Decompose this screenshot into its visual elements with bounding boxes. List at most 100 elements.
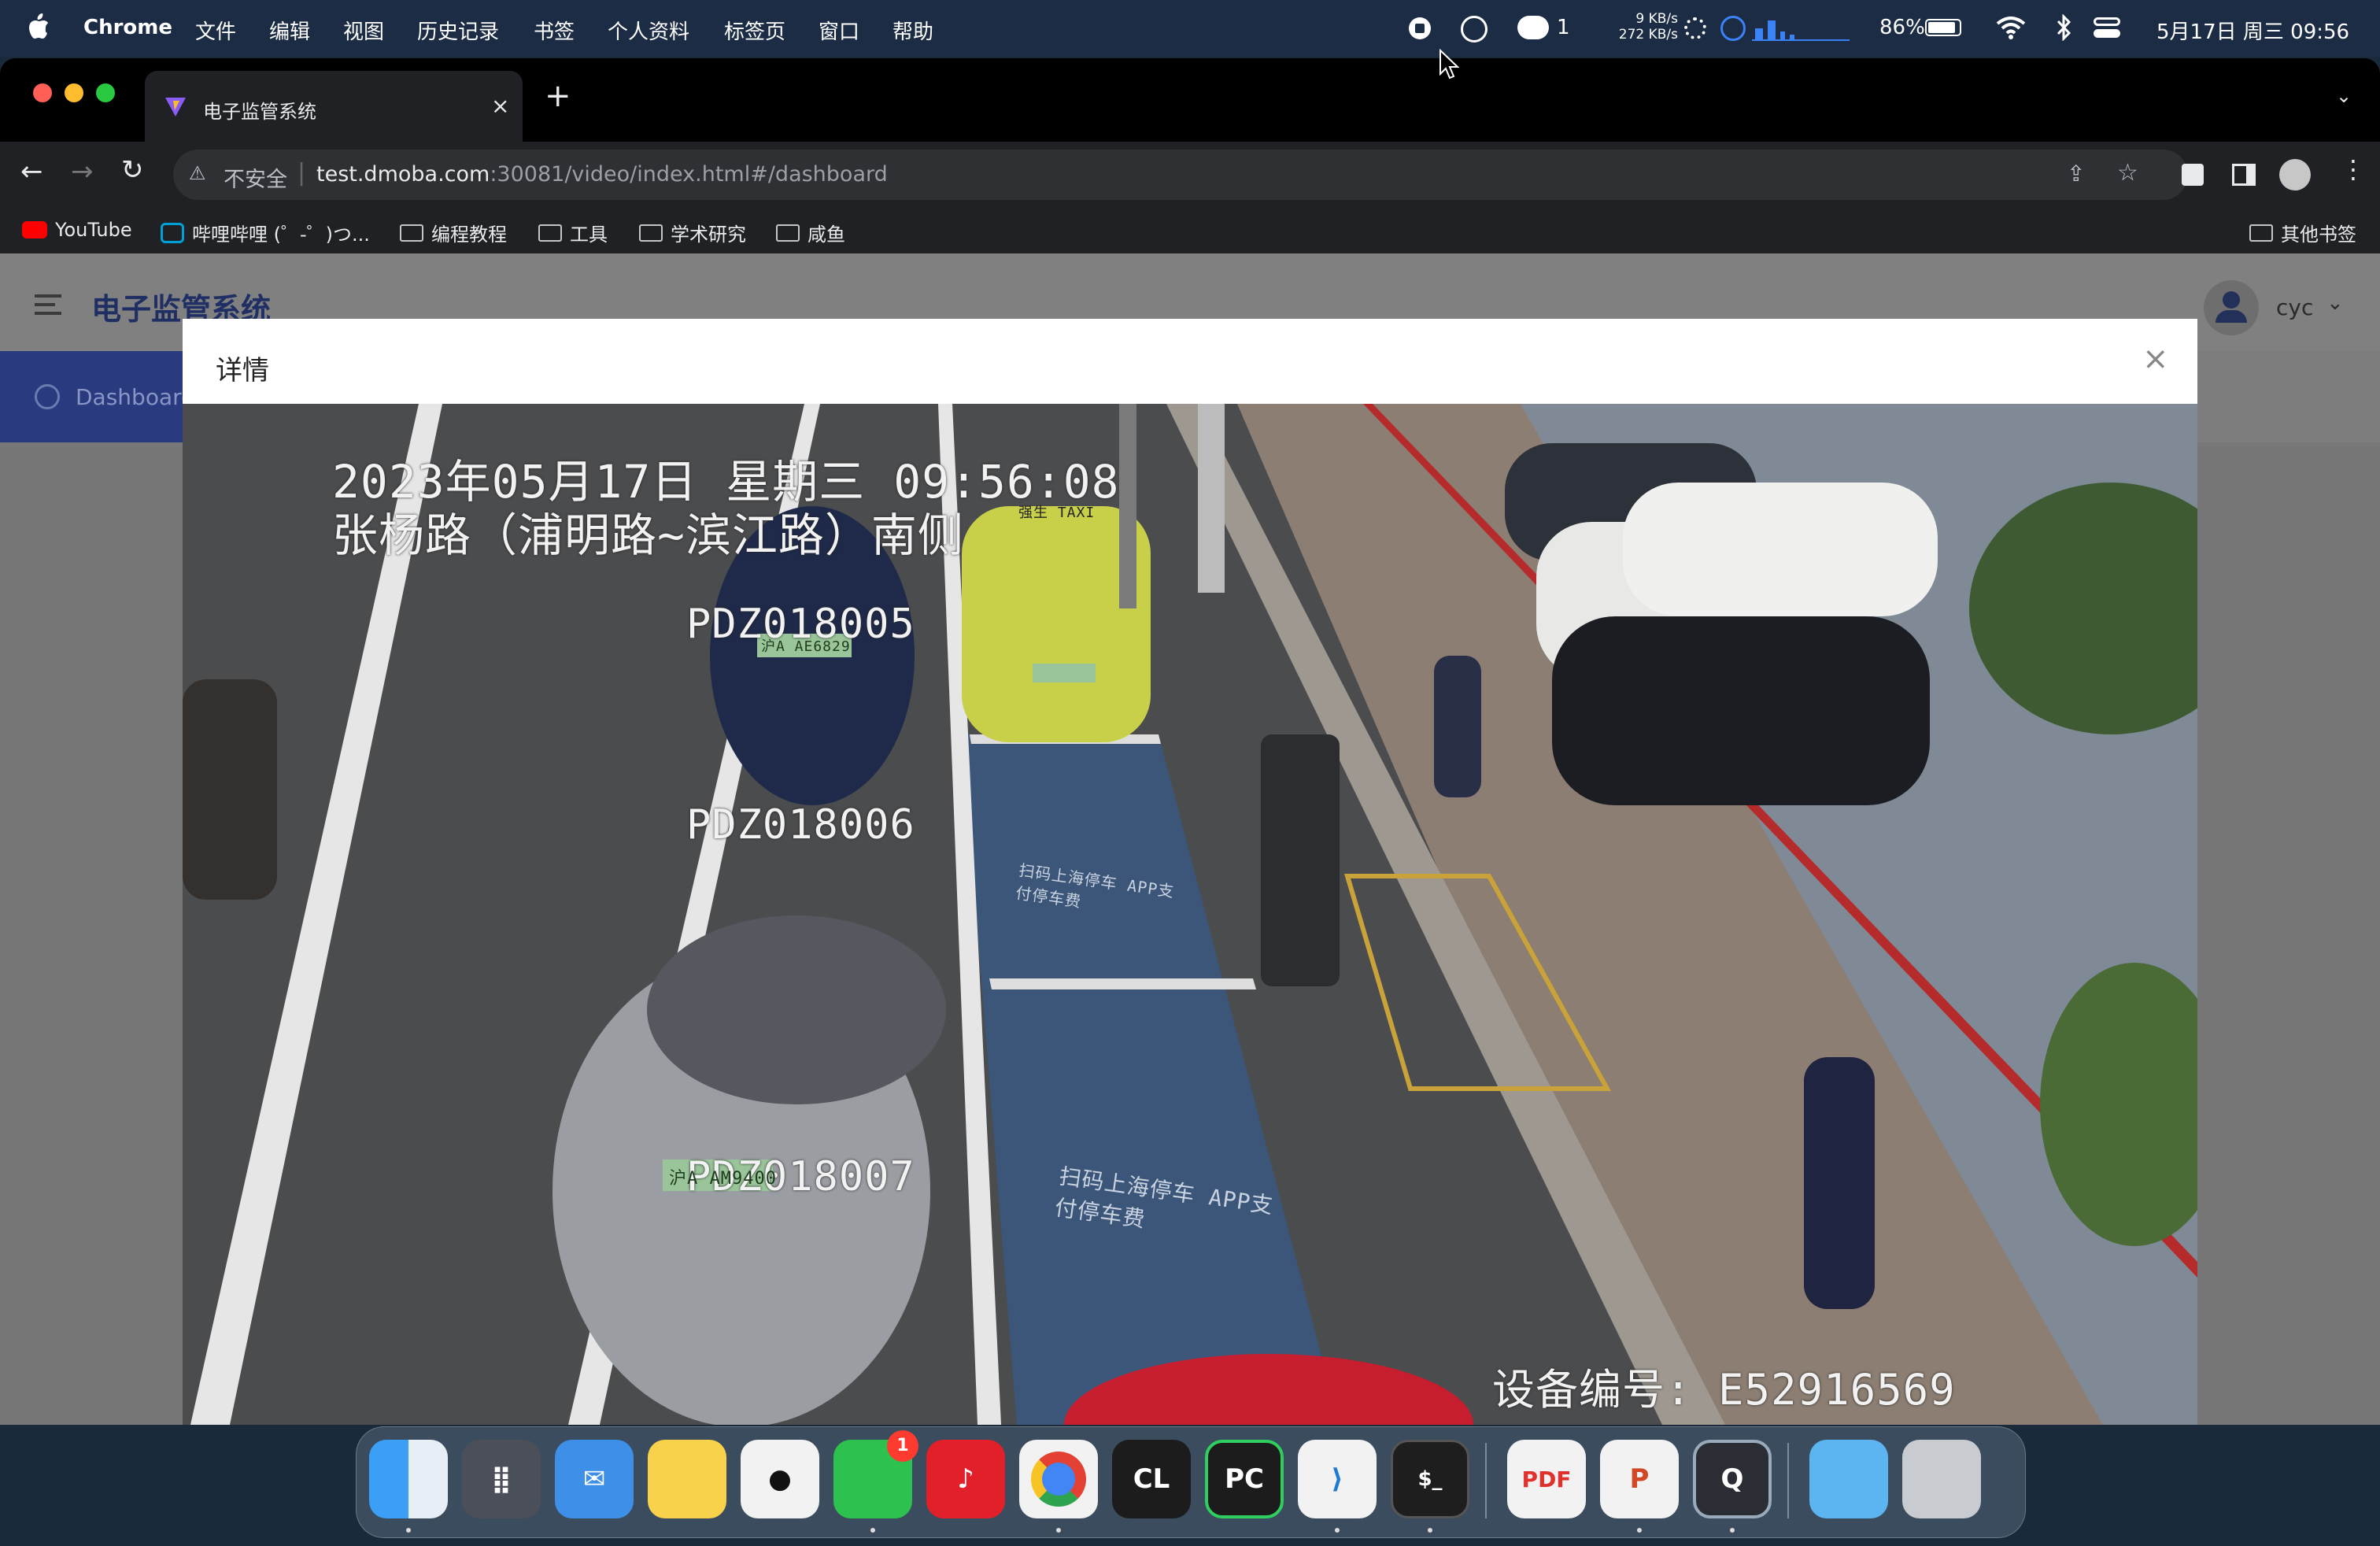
menu-window[interactable]: 窗口 (819, 16, 859, 45)
bookmark-folder-tools[interactable]: 工具 (538, 219, 608, 246)
menu-profiles[interactable]: 个人资料 (608, 16, 689, 45)
bookmark-label: 咸鱼 (808, 224, 845, 246)
warning-icon[interactable]: ⚠ (189, 162, 206, 184)
window-minimize-button[interactable] (65, 83, 83, 102)
chrome-icon[interactable] (1019, 1440, 1098, 1518)
record-icon[interactable] (1409, 17, 1431, 39)
running-indicator (406, 1528, 411, 1533)
macos-dock: ⣿ ✉ ● 1 ♪ CL PC ⟩ $_ PDF P Q (356, 1426, 2026, 1538)
bookmark-folder-xianyu[interactable]: 咸鱼 (776, 219, 845, 246)
menu-edit[interactable]: 编辑 (269, 16, 310, 45)
menu-help[interactable]: 帮助 (893, 16, 933, 45)
address-bar[interactable]: ⚠ 不安全 | test.dmoba.com:30081/video/index… (173, 150, 2188, 200)
bluetooth-icon[interactable] (2056, 14, 2071, 41)
menu-file[interactable]: 文件 (195, 16, 236, 45)
wechat-icon[interactable]: 1 (833, 1430, 918, 1518)
tab-active[interactable]: 电子监管系统 × (145, 71, 523, 142)
pycharm-icon[interactable]: PC (1205, 1440, 1284, 1518)
mouse-cursor-icon (1439, 49, 1459, 80)
bookmark-other[interactable]: 其他书签 (2249, 219, 2356, 246)
battery-percent: 86% (1879, 16, 1925, 39)
user-menu-chevron-icon[interactable]: ⌄ (2326, 291, 2344, 315)
wechat-badge: 1 (887, 1430, 918, 1462)
dock-separator (1787, 1443, 1789, 1518)
trash-icon[interactable] (1902, 1440, 1981, 1518)
bookmark-bilibili[interactable]: 哔哩哔哩 (゜-゜)つ... (161, 219, 370, 246)
new-tab-button[interactable]: + (545, 80, 571, 112)
wechat-status-icon[interactable] (1517, 16, 1549, 39)
folder-stack-icon[interactable] (1809, 1440, 1888, 1518)
launchpad-icon[interactable]: ⣿ (462, 1440, 541, 1518)
apple-icon[interactable] (27, 13, 50, 41)
clion-icon[interactable]: CL (1112, 1440, 1191, 1518)
vscode-icon[interactable]: ⟩ (1298, 1440, 1377, 1518)
tab-close-icon[interactable]: × (491, 93, 509, 119)
menubar-datetime[interactable]: 5月17日 周三 09:56 (2156, 16, 2349, 45)
menu-view[interactable]: 视图 (343, 16, 384, 45)
macos-menubar: Chrome 文件 编辑 视图 历史记录 书签 个人资料 标签页 窗口 帮助 1… (0, 0, 2380, 57)
share-icon[interactable]: ⇪ (2067, 161, 2085, 187)
powerpoint-icon[interactable]: P (1600, 1440, 1679, 1518)
user-avatar[interactable] (2204, 280, 2259, 335)
window-zoom-button[interactable] (96, 83, 115, 102)
pdf-expert-icon[interactable]: PDF (1507, 1440, 1586, 1518)
folder-icon (400, 224, 423, 242)
nav-item-dashboard[interactable]: Dashboard (0, 351, 195, 442)
modal-close-icon[interactable]: × (2142, 341, 2169, 377)
back-icon[interactable]: ← (20, 156, 43, 187)
reload-icon[interactable]: ↻ (121, 154, 144, 186)
running-indicator (1637, 1528, 1642, 1533)
window-close-button[interactable] (33, 83, 52, 102)
bookmarks-bar: YouTube 哔哩哔哩 (゜-゜)つ... 编程教程 工具 学术研究 咸鱼 其… (0, 208, 2380, 253)
folder-icon (639, 224, 663, 242)
bookmark-star-icon[interactable]: ☆ (2117, 159, 2138, 187)
taxi-sign: 强生 TAXI (1018, 505, 1096, 521)
netease-music-icon[interactable]: ♪ (926, 1440, 1005, 1518)
bookmark-label: 其他书签 (2281, 224, 2356, 246)
cpu-pie-icon[interactable] (1720, 16, 1746, 41)
clash-icon[interactable] (1461, 16, 1488, 43)
menu-history[interactable]: 历史记录 (417, 16, 499, 45)
menu-app-name[interactable]: Chrome (83, 16, 172, 39)
detail-modal: 详情 × 2023年05月17日 星期三 09:56:08 张杨路（浦明路~滨江… (183, 319, 2197, 1425)
bookmark-folder-research[interactable]: 学术研究 (639, 219, 746, 246)
bookmark-youtube[interactable]: YouTube (22, 219, 132, 241)
bookmark-folder-programming[interactable]: 编程教程 (400, 219, 507, 246)
menu-toggle-icon[interactable] (35, 294, 61, 315)
notes-icon[interactable] (648, 1440, 726, 1518)
battery-icon[interactable] (1925, 19, 1961, 36)
terminal-icon[interactable]: $_ (1391, 1440, 1469, 1518)
finder-icon[interactable] (369, 1440, 448, 1518)
forward-icon[interactable]: → (71, 156, 94, 187)
url-host: test.dmoba.com (316, 162, 490, 187)
fan-icon[interactable] (1684, 17, 1706, 39)
modal-title: 详情 (216, 355, 269, 386)
modal-header: 详情 × (183, 319, 2197, 404)
qq-icon[interactable]: ● (741, 1440, 819, 1518)
url-text[interactable]: test.dmoba.com:30081/video/index.html#/d… (316, 162, 888, 187)
wifi-icon[interactable] (1996, 16, 2026, 39)
browser-toolbar: ← → ↻ ⚠ 不安全 | test.dmoba.com:30081/video… (0, 142, 2380, 208)
mail-icon[interactable]: ✉ (555, 1440, 634, 1518)
wechat-count: 1 (1557, 16, 1570, 39)
folder-icon (538, 224, 562, 242)
menu-bookmarks[interactable]: 书签 (534, 16, 575, 45)
running-indicator (870, 1528, 875, 1533)
dashboard-icon (35, 384, 60, 409)
quicktime-icon[interactable]: Q (1693, 1440, 1772, 1518)
running-indicator (1730, 1528, 1735, 1533)
tab-search-icon[interactable]: ⌄ (2336, 85, 2352, 107)
menu-tabs[interactable]: 标签页 (724, 16, 785, 45)
camera-video-frame[interactable]: 2023年05月17日 星期三 09:56:08 张杨路（浦明路~滨江路）南侧 … (183, 404, 2197, 1425)
cpu-graph-icon[interactable] (1752, 17, 1850, 41)
control-center-icon[interactable] (2094, 17, 2120, 39)
video-location: 张杨路（浦明路~滨江路）南侧 (332, 509, 964, 562)
security-label[interactable]: 不安全 (224, 162, 287, 193)
side-panel-icon[interactable] (2232, 164, 2256, 186)
chrome-menu-icon[interactable]: ⋮ (2341, 154, 2366, 184)
extensions-icon[interactable] (2182, 164, 2204, 186)
net-download: 272 KB/s (1618, 27, 1678, 43)
profile-avatar[interactable] (2279, 159, 2311, 190)
bookmark-label: YouTube (55, 219, 132, 241)
user-name[interactable]: cyc (2276, 294, 2313, 320)
